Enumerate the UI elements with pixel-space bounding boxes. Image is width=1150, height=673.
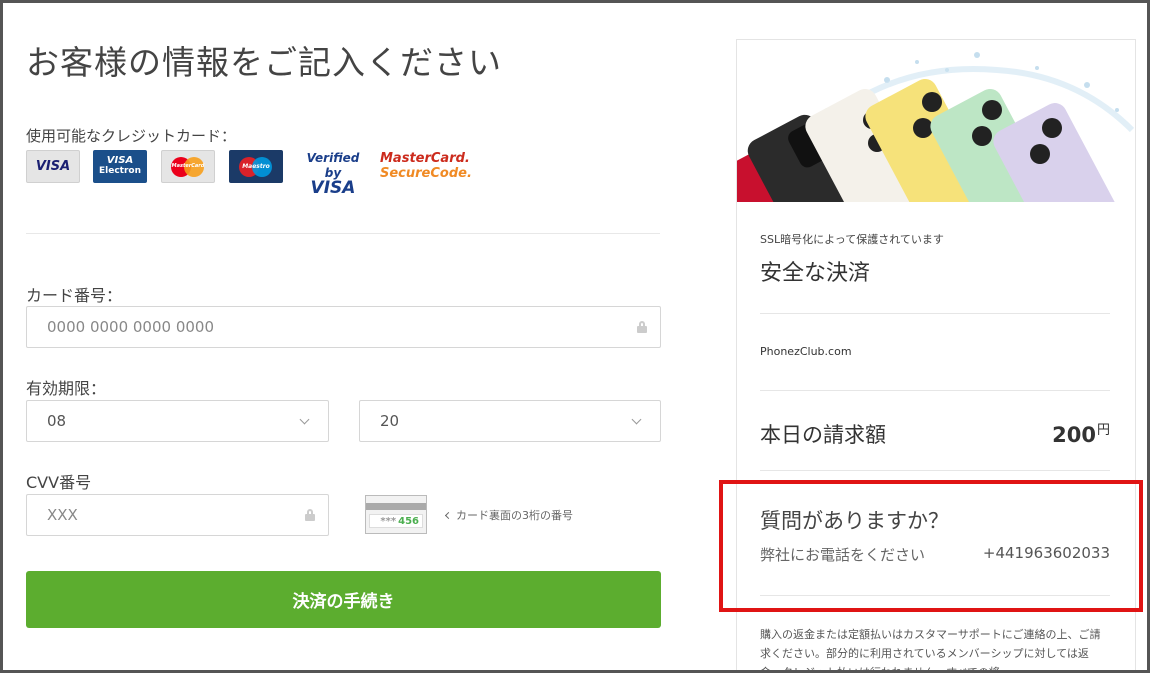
cvv-card-back-icon: *** 456 bbox=[365, 495, 427, 534]
mastercard-securecode-logo: MasterCard. SecureCode. bbox=[380, 151, 472, 181]
highlight-annotation bbox=[719, 480, 1143, 612]
cvv-hint: カード裏面の3桁の番号 bbox=[444, 507, 573, 523]
visa-electron-logo: VISA Electron bbox=[93, 150, 147, 183]
chevron-left-icon bbox=[444, 511, 453, 520]
expiry-label: 有効期限： bbox=[26, 379, 107, 398]
divider bbox=[26, 233, 660, 234]
merchant-name: PhonezClub.com bbox=[760, 345, 852, 358]
divider bbox=[760, 313, 1110, 314]
maestro-logo: Maestro bbox=[229, 150, 283, 183]
proceed-payment-button[interactable]: 決済の手続き bbox=[26, 571, 661, 628]
mastercard-logo: MasterCard bbox=[161, 150, 215, 183]
lock-icon bbox=[304, 509, 316, 521]
expiry-year-value: 20 bbox=[380, 412, 400, 430]
accepted-cards-label: 使用可能なクレジットカード： bbox=[26, 127, 237, 145]
visa-logo: VISA bbox=[26, 150, 80, 183]
ssl-notice: SSL暗号化によって保護されています bbox=[760, 233, 944, 246]
expiry-month-value: 08 bbox=[47, 412, 67, 430]
charge-amount: 200円 bbox=[1052, 423, 1110, 447]
phones-hero-image bbox=[737, 40, 1135, 202]
cvv-placeholder: XXX bbox=[47, 506, 78, 524]
divider bbox=[760, 470, 1110, 471]
chevron-down-icon bbox=[299, 414, 310, 425]
divider bbox=[760, 390, 1110, 391]
lock-icon bbox=[636, 321, 648, 333]
cvv-input[interactable]: XXX bbox=[26, 494, 329, 536]
verified-by-visa-logo: Verified by VISA bbox=[306, 151, 360, 198]
today-charge-label: 本日の請求額 bbox=[760, 423, 886, 447]
card-number-placeholder: 0000 0000 0000 0000 bbox=[47, 318, 214, 336]
card-number-label: カード番号： bbox=[26, 286, 123, 305]
cvv-label: CVV番号 bbox=[26, 473, 92, 492]
chevron-down-icon bbox=[631, 414, 642, 425]
page-title: お客様の情報をご記入ください bbox=[26, 43, 502, 82]
secure-payment-title: 安全な決済 bbox=[760, 261, 871, 286]
expiry-year-select[interactable]: 20 bbox=[359, 400, 661, 442]
refund-notice: 購入の返金または定額払いはカスタマーサポートにご連絡の上、ご請求ください。部分的… bbox=[760, 628, 1101, 673]
expiry-month-select[interactable]: 08 bbox=[26, 400, 329, 442]
card-number-input[interactable]: 0000 0000 0000 0000 bbox=[26, 306, 661, 348]
